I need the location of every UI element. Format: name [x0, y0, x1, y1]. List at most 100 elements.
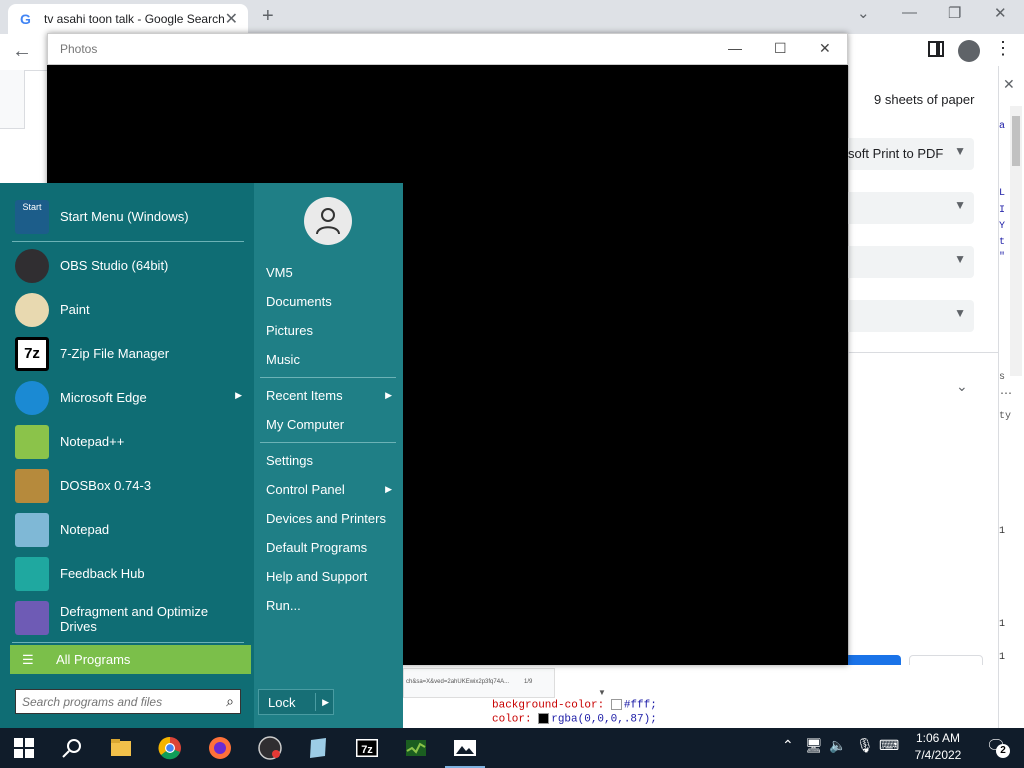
devtools-text: 1 — [999, 526, 1006, 537]
user-avatar[interactable] — [304, 197, 352, 245]
minimize-icon[interactable]: — — [728, 40, 742, 56]
all-programs-button[interactable]: ☰ All Programs — [10, 645, 251, 674]
destination-value: soft Print to PDF — [848, 146, 944, 161]
network-icon[interactable]: 🖥 — [805, 737, 823, 754]
program-notepad[interactable]: Notepad — [10, 508, 244, 552]
taskbar-photos[interactable] — [441, 728, 489, 768]
volume-icon[interactable]: 🔈 — [829, 737, 846, 754]
profile-icon[interactable] — [958, 40, 980, 62]
menu-item-music[interactable]: Music — [260, 346, 396, 372]
program-feedback-hub[interactable]: Feedback Hub — [10, 552, 244, 596]
back-arrow-icon[interactable]: ← — [12, 40, 32, 63]
program-edge[interactable]: Microsoft Edge ▶ — [10, 376, 244, 420]
menu-item-help-support[interactable]: Help and Support — [260, 563, 396, 589]
devtools-close-icon[interactable]: ✕ — [1003, 76, 1015, 93]
feedback-hub-icon — [15, 557, 49, 591]
program-label: Microsoft Edge — [60, 390, 147, 405]
taskbar-chrome[interactable] — [146, 728, 194, 768]
taskbar-task-manager[interactable] — [392, 728, 440, 768]
menu-item-vm5[interactable]: VM5 — [260, 259, 396, 285]
chrome-icon — [158, 736, 181, 760]
notepad-icon — [15, 513, 49, 547]
tray-overflow-chevron-icon[interactable]: ⌃ — [782, 737, 794, 754]
menu-item-my-computer[interactable]: My Computer — [260, 411, 396, 437]
taskbar-start-button[interactable] — [0, 728, 48, 768]
more-settings-chevron-icon[interactable]: ⌄ — [956, 378, 968, 395]
dropdown-arrow-icon: ▼ — [954, 252, 966, 266]
program-label: 7-Zip File Manager — [60, 346, 170, 361]
pages-select[interactable]: ▼ — [848, 192, 974, 224]
new-tab-button[interactable]: + — [262, 5, 274, 28]
menu-item-documents[interactable]: Documents — [260, 288, 396, 314]
menu-label: Run... — [266, 598, 301, 613]
program-defrag[interactable]: Defragment and Optimize Drives — [10, 596, 244, 640]
lock-button[interactable]: Lock ▶ — [258, 689, 334, 715]
dropdown-arrow-icon: ▼ — [954, 306, 966, 320]
separator — [260, 377, 396, 378]
color-swatch-icon[interactable] — [538, 713, 550, 724]
chevron-down-icon[interactable]: ⌄ — [857, 4, 870, 22]
menu-item-devices-printers[interactable]: Devices and Printers — [260, 505, 396, 531]
sidebar-icon[interactable] — [928, 41, 944, 57]
search-icon[interactable]: ⌕ — [226, 693, 234, 710]
clock-date[interactable]: 7/4/2022 — [906, 748, 970, 762]
user-icon — [316, 208, 340, 235]
maximize-icon[interactable]: ☐ — [774, 40, 787, 57]
program-label: Notepad — [60, 522, 110, 537]
devtools-scroll-thumb[interactable] — [1012, 116, 1020, 166]
program-label: DOSBox 0.74-3 — [60, 478, 152, 493]
taskbar-search-button[interactable] — [48, 728, 96, 768]
notification-count: 2 — [996, 744, 1010, 758]
taskbar-7zip[interactable]: 7z — [343, 728, 391, 768]
menu-item-settings[interactable]: Settings — [260, 447, 396, 473]
menu-item-pictures[interactable]: Pictures — [260, 317, 396, 343]
menu-item-control-panel[interactable]: Control Panel ▶ — [260, 476, 396, 502]
menu-label: Recent Items — [266, 388, 343, 403]
program-dosbox[interactable]: DOSBox 0.74-3 — [10, 464, 244, 508]
program-obs[interactable]: OBS Studio (64bit) — [10, 244, 244, 288]
program-notepad-plus-plus[interactable]: Notepad++ — [10, 420, 244, 464]
menu-item-default-programs[interactable]: Default Programs — [260, 534, 396, 560]
program-start-menu[interactable]: Start Start Menu (Windows) — [10, 195, 244, 239]
layout-select[interactable]: ▼ — [848, 300, 974, 332]
power-options-arrow-icon[interactable]: ▶ — [322, 697, 329, 708]
browser-tab[interactable]: G tv asahi toon talk - Google Search ✕ — [8, 4, 248, 34]
program-label: Paint — [60, 302, 90, 317]
program-7zip[interactable]: 7z 7-Zip File Manager — [10, 332, 244, 376]
clock-time[interactable]: 1:06 AM — [906, 731, 970, 745]
print-preview-thumbnail[interactable]: ch&sa=X&ved=2ahUKEwix2p3fq74A... 1/9 — [403, 668, 555, 698]
start-search-box[interactable]: ⌕ — [15, 689, 241, 714]
all-programs-label: All Programs — [56, 652, 131, 667]
kebab-menu-icon[interactable]: ⋮ — [994, 38, 1012, 59]
restore-icon[interactable]: ❐ — [948, 4, 961, 22]
separator — [12, 642, 244, 643]
taskbar-file-explorer[interactable] — [97, 728, 145, 768]
start-menu-icon: Start — [15, 200, 49, 234]
notification-center[interactable]: 🗨 2 — [986, 736, 1010, 758]
scroll-down-arrow-icon[interactable]: ▼ — [598, 688, 606, 697]
microphone-icon[interactable]: 🎙 — [856, 737, 874, 754]
menu-label: Music — [266, 352, 300, 367]
destination-select[interactable]: soft Print to PDF ▼ — [848, 138, 974, 170]
close-icon[interactable]: ✕ — [819, 40, 831, 57]
taskbar-obs[interactable] — [246, 728, 294, 768]
devtools-text: 1 — [999, 619, 1006, 630]
task-manager-icon — [406, 740, 426, 756]
devtools-more-icon[interactable]: ⋯ — [1000, 386, 1012, 400]
minimize-icon[interactable]: — — [902, 4, 917, 21]
start-search-input[interactable] — [22, 693, 212, 710]
menu-item-recent-items[interactable]: Recent Items ▶ — [260, 382, 396, 408]
taskbar-firefox[interactable] — [196, 728, 244, 768]
menu-item-run[interactable]: Run... — [260, 592, 396, 618]
close-icon[interactable]: ✕ — [994, 4, 1007, 22]
tab-close-icon[interactable]: ✕ — [225, 9, 238, 29]
photos-titlebar[interactable]: Photos — ☐ ✕ — [47, 33, 848, 65]
copies-select[interactable]: ▼ — [848, 246, 974, 278]
file-explorer-icon — [111, 739, 131, 756]
program-paint[interactable]: Paint — [10, 288, 244, 332]
taskbar-notepad[interactable] — [294, 728, 342, 768]
program-label: OBS Studio (64bit) — [60, 258, 169, 273]
color-swatch-icon[interactable] — [610, 699, 622, 710]
7zip-icon: 7z — [15, 337, 49, 371]
keyboard-icon[interactable]: ⌨ — [879, 737, 899, 754]
